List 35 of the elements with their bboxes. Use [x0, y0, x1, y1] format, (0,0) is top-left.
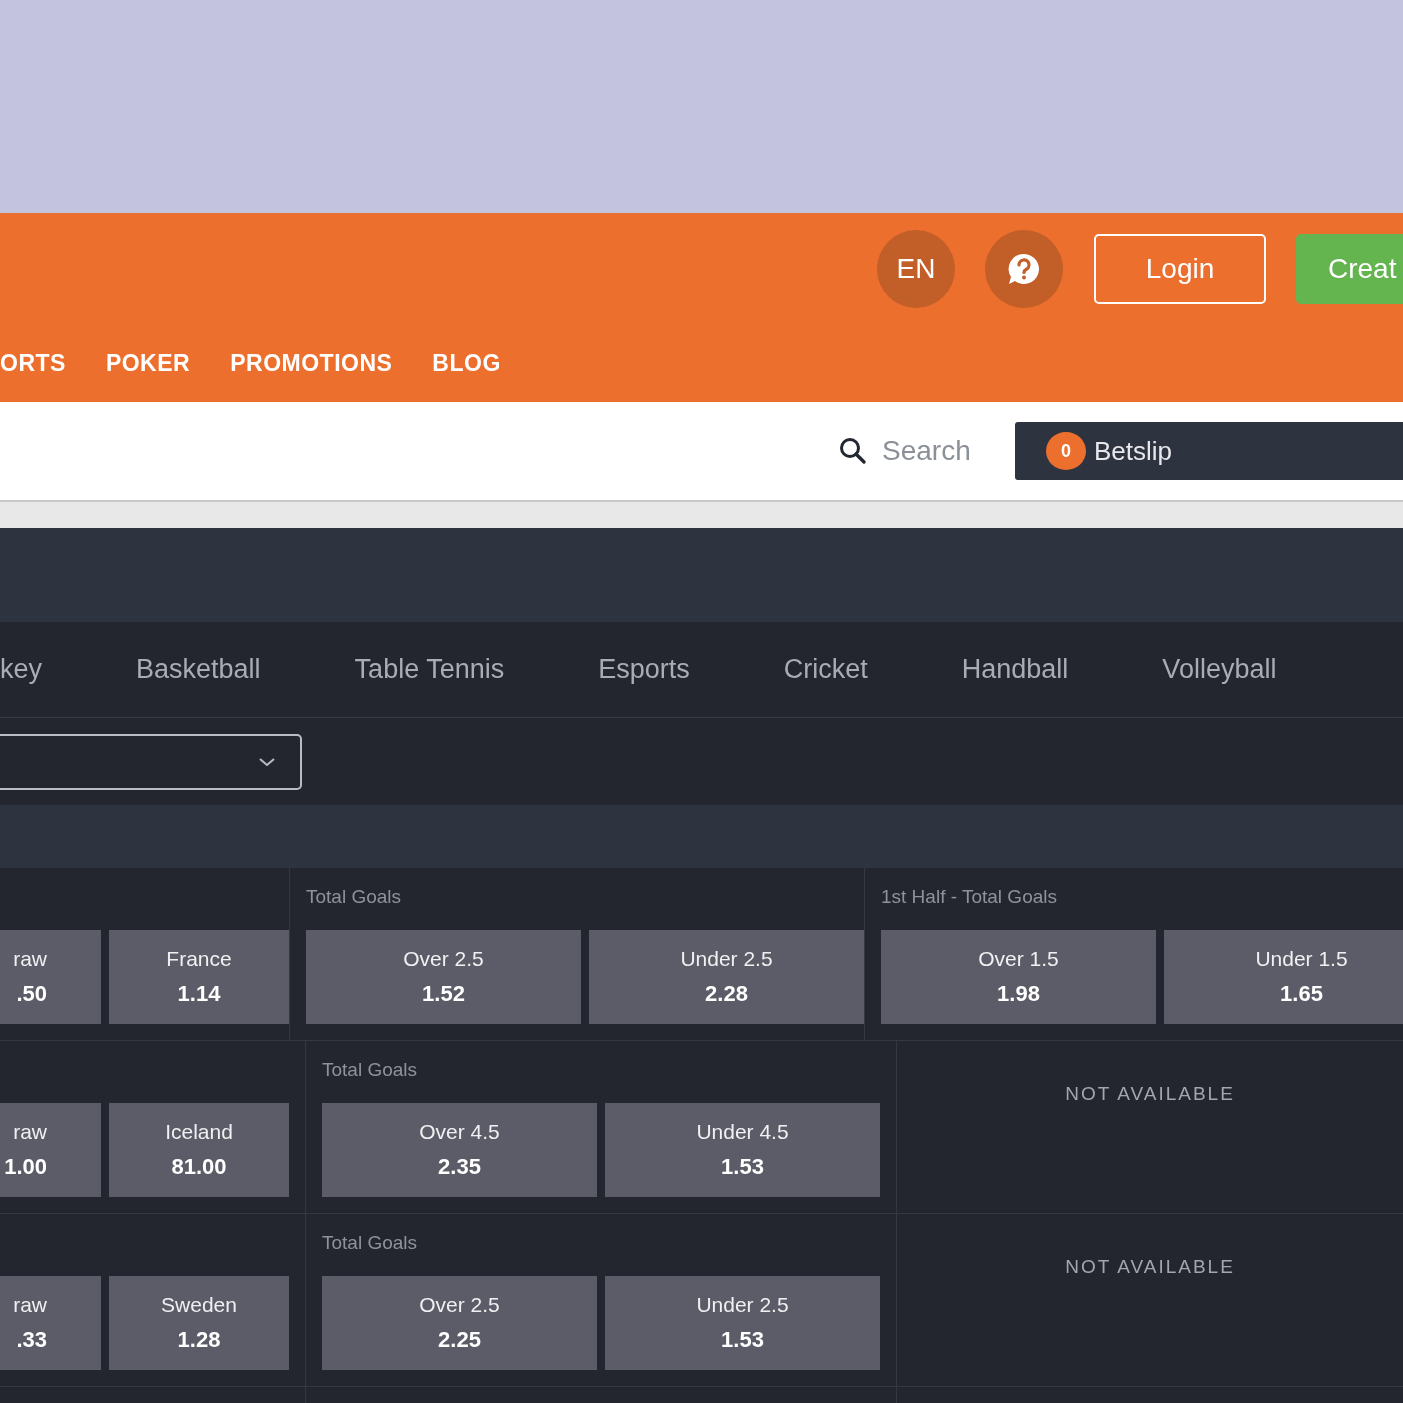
market-title: 1st Half - Total Goals — [881, 886, 1058, 909]
market-title: Total Goals — [322, 1059, 419, 1082]
chevron-down-icon — [258, 755, 276, 768]
market-title: Total Goals — [322, 1232, 419, 1255]
odds-button[interactable]: Over 4.5 2.35 — [322, 1103, 597, 1197]
odds-button[interactable]: Over 2.5 1.52 — [306, 930, 581, 1024]
odds-button[interactable]: Under 2.5 2.28 — [589, 930, 864, 1024]
odds-button[interactable]: Iceland 81.00 — [109, 1103, 289, 1197]
odds-button[interactable]: raw .50 — [0, 930, 101, 1024]
odds-button[interactable]: Over 1.5 1.98 — [881, 930, 1156, 1024]
language-button[interactable]: EN — [877, 230, 955, 308]
odds-button[interactable]: Under 1.5 1.65 — [1164, 930, 1403, 1024]
betslip-button[interactable]: 0 Betslip — [1015, 422, 1403, 480]
odds-button[interactable]: France 1.14 — [109, 930, 289, 1024]
dropdown-field[interactable] — [0, 733, 302, 790]
search-icon — [838, 436, 868, 466]
sport-tab[interactable]: key — [0, 654, 43, 685]
count-badge: 0 — [1046, 432, 1086, 470]
sport-tab[interactable]: Cricket — [783, 654, 868, 685]
sport-tab[interactable]: Esports — [598, 654, 690, 685]
odds-button[interactable]: raw .33 — [0, 1276, 101, 1370]
sport-tab[interactable]: Basketball — [136, 654, 261, 685]
sport-tab[interactable]: Handball — [961, 654, 1069, 685]
odds-button[interactable]: Under 4.5 1.53 — [605, 1103, 880, 1197]
sport-tab[interactable]: Table Tennis — [354, 654, 505, 685]
odds-button[interactable]: raw 1.00 — [0, 1103, 101, 1197]
sport-tab[interactable]: Volleyball — [1162, 654, 1277, 685]
odds-button[interactable]: Sweden 1.28 — [109, 1276, 289, 1370]
betslip-label: Betslip — [1094, 435, 1173, 467]
market-title: Total Goals — [306, 886, 403, 909]
help-icon — [1006, 251, 1042, 287]
odds-button[interactable]: Under 2.5 1.53 — [605, 1276, 880, 1370]
unavailable-text: NOT AVAILABLE — [1065, 1256, 1235, 1278]
unavailable-text: NOT AVAILABLE — [1065, 1083, 1235, 1105]
odds-button[interactable]: Over 2.5 2.25 — [322, 1276, 597, 1370]
